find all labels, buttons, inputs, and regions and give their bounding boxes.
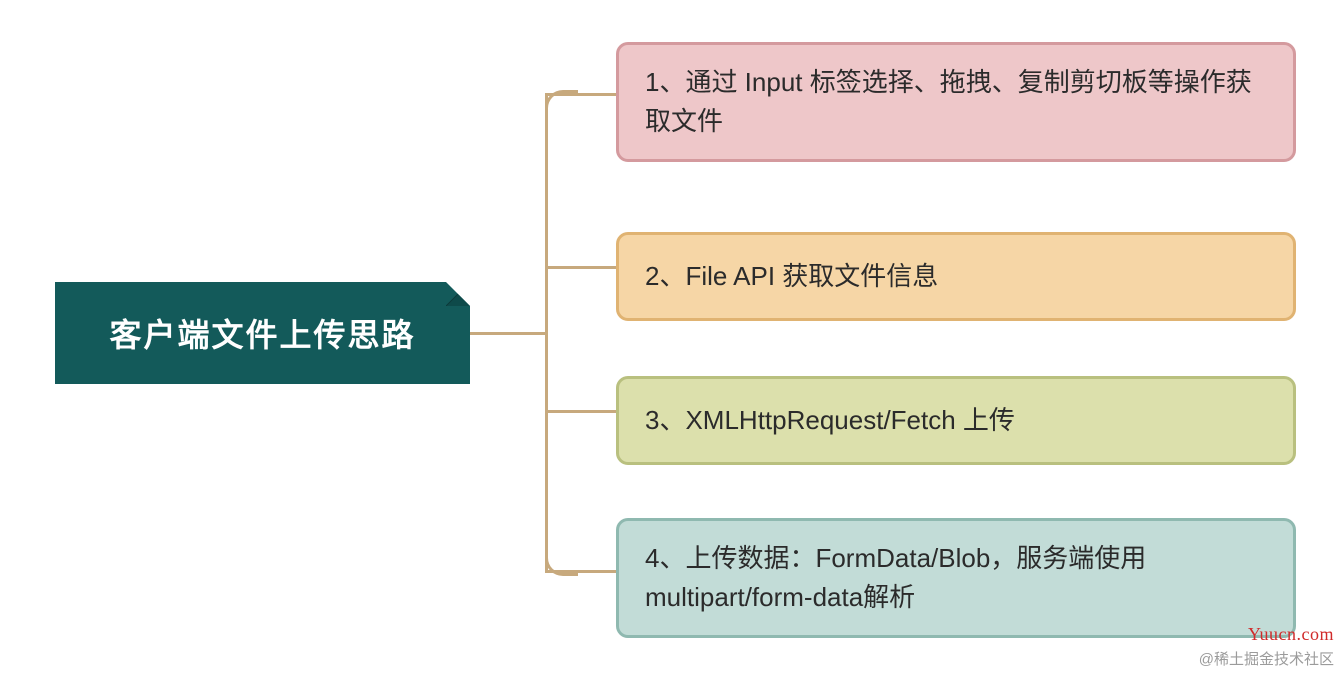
step-text: 1、通过 Input 标签选择、拖拽、复制剪切板等操作获取文件 <box>645 67 1252 136</box>
connector-vertical <box>545 93 548 573</box>
watermark-credit: @稀土掘金技术社区 <box>1199 648 1334 669</box>
step-node-2: 2、File API 获取文件信息 <box>616 232 1296 321</box>
step-node-1: 1、通过 Input 标签选择、拖拽、复制剪切板等操作获取文件 <box>616 42 1296 162</box>
step-text: 4、上传数据：FormData/Blob，服务端使用 multipart/for… <box>645 543 1146 612</box>
step-text: 3、XMLHttpRequest/Fetch 上传 <box>645 405 1015 435</box>
watermark-site: Yuucn.com <box>1248 624 1334 645</box>
connector-branch-4 <box>548 570 616 573</box>
mindmap-canvas: 客户端文件上传思路 1、通过 Input 标签选择、拖拽、复制剪切板等操作获取文… <box>0 0 1342 677</box>
root-node: 客户端文件上传思路 <box>55 282 470 384</box>
step-node-4: 4、上传数据：FormData/Blob，服务端使用 multipart/for… <box>616 518 1296 638</box>
connector-branch-3 <box>548 410 616 413</box>
root-title: 客户端文件上传思路 <box>109 310 415 356</box>
connector-branch-1 <box>548 93 616 96</box>
connector-branch-2 <box>548 266 616 269</box>
connector-trunk <box>470 332 545 335</box>
step-text: 2、File API 获取文件信息 <box>645 261 938 291</box>
step-node-3: 3、XMLHttpRequest/Fetch 上传 <box>616 376 1296 465</box>
